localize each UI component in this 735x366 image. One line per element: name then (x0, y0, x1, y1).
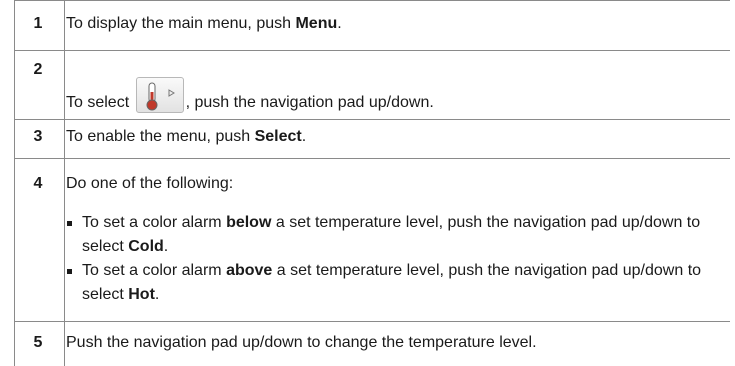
step-text-part: . (301, 128, 307, 145)
above-keyword: above (226, 262, 273, 279)
bullet-icon (67, 221, 72, 226)
step-text: To enable the menu, push Select. (66, 125, 730, 149)
step-row-5: 5 Push the navigation pad up/down to cha… (14, 322, 730, 366)
step-intro: Do one of the following: (66, 175, 234, 192)
step-text: Push the navigation pad up/down to chang… (66, 334, 537, 351)
list-item: To set a color alarm above a set tempera… (66, 259, 722, 307)
step-text-part: To enable the menu, push (66, 128, 255, 145)
step-text: To select , push the navigation pad up/d… (66, 77, 730, 115)
cold-keyword: Cold (128, 238, 164, 255)
option-list: To set a color alarm below a set tempera… (66, 211, 722, 307)
step-text-part: To select (66, 94, 134, 111)
bullet-icon (67, 269, 72, 274)
hot-keyword: Hot (128, 286, 155, 303)
step-row-1: 1 To display the main menu, push Menu. (14, 0, 730, 51)
step-number: 2 (33, 61, 43, 78)
step-text: To display the main menu, push Menu. (66, 12, 730, 36)
step-number: 4 (33, 175, 43, 192)
step-number: 1 (33, 15, 43, 32)
step-number: 3 (33, 128, 43, 145)
step-row-2: 2 To select , push the navigation pad up… (14, 51, 730, 120)
step-text-part: . (337, 15, 342, 32)
step-row-3: 3 To enable the menu, push Select. (14, 120, 730, 159)
list-item: To set a color alarm below a set tempera… (66, 211, 722, 259)
menu-keyword: Menu (295, 15, 338, 32)
instruction-table: 1 To display the main menu, push Menu. 2… (14, 0, 730, 366)
step-row-4: 4 Do one of the following: To set a colo… (14, 159, 730, 322)
step-text-part: , push the navigation pad up/down. (185, 94, 434, 111)
step-number: 5 (33, 334, 43, 351)
step-content: Do one of the following: To set a color … (66, 172, 722, 307)
below-keyword: below (226, 214, 272, 231)
step-text-part: To display the main menu, push (66, 15, 296, 32)
thermometer-icon (135, 77, 184, 113)
select-keyword: Select (254, 128, 302, 145)
